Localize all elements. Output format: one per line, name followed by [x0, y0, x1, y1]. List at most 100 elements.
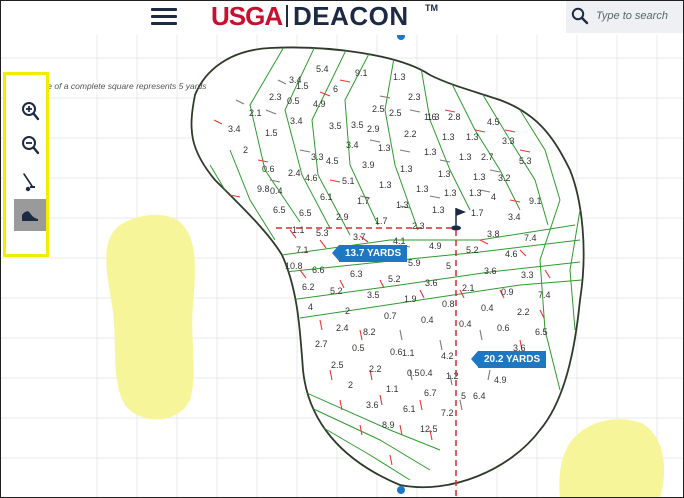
- green-map[interactable]: 5.4 9.1 1.3 3.4 1.5 2.3 0.5 6 4.9 2.3 2.…: [0, 32, 684, 498]
- svg-text:1.2: 1.2: [446, 371, 459, 381]
- svg-text:4.2: 4.2: [441, 351, 454, 361]
- svg-text:0.6: 0.6: [262, 164, 275, 174]
- svg-text:6.5: 6.5: [273, 205, 286, 215]
- svg-text:3.7: 3.7: [353, 232, 366, 242]
- svg-text:5.2: 5.2: [466, 245, 479, 255]
- svg-text:4: 4: [308, 302, 313, 312]
- svg-text:1.3: 1.3: [432, 205, 445, 215]
- deacon-app: { "header": { "logo_usga": "USGA", "logo…: [0, 0, 684, 498]
- svg-text:2.5: 2.5: [331, 360, 344, 370]
- svg-text:12.5: 12.5: [420, 424, 438, 434]
- svg-text:2.2: 2.2: [404, 129, 417, 139]
- bunker-right: [559, 419, 665, 498]
- svg-text:3.5: 3.5: [329, 121, 342, 131]
- golfer-putt-icon: [23, 173, 35, 192]
- svg-text:5: 5: [461, 391, 466, 401]
- svg-text:2.4: 2.4: [336, 323, 349, 333]
- svg-text:9.8: 9.8: [257, 184, 270, 194]
- svg-text:2: 2: [348, 380, 353, 390]
- magnifier-icon[interactable]: [571, 7, 589, 25]
- svg-text:3.4: 3.4: [290, 116, 303, 126]
- svg-text:1.5: 1.5: [265, 128, 278, 138]
- svg-text:0.4: 0.4: [481, 303, 494, 313]
- svg-text:1.1: 1.1: [386, 384, 399, 394]
- svg-text:3.6: 3.6: [484, 266, 497, 276]
- zoom-in-button[interactable]: [14, 95, 46, 127]
- svg-text:2.9: 2.9: [336, 212, 349, 222]
- svg-text:1.3: 1.3: [400, 164, 413, 174]
- svg-text:1.3: 1.3: [469, 188, 482, 198]
- svg-text:7.2: 7.2: [441, 408, 454, 418]
- svg-text:3.4: 3.4: [508, 212, 521, 222]
- svg-text:1.3: 1.3: [379, 180, 392, 190]
- svg-text:1.3: 1.3: [466, 132, 479, 142]
- svg-text:7.4: 7.4: [524, 233, 537, 243]
- svg-text:9.1: 9.1: [529, 196, 542, 206]
- svg-text:1.3: 1.3: [442, 132, 455, 142]
- svg-text:3.6: 3.6: [425, 278, 438, 288]
- svg-text:0.5: 0.5: [287, 96, 300, 106]
- bunker-left: [106, 214, 195, 420]
- svg-text:2.8: 2.8: [448, 112, 461, 122]
- zoom-out-button[interactable]: [14, 129, 46, 161]
- svg-text:1.6: 1.6: [424, 112, 437, 122]
- svg-text:7.4: 7.4: [538, 290, 551, 300]
- svg-text:6.1: 6.1: [403, 404, 416, 414]
- distance-callout-horizontal: 13.7 YARDS: [331, 245, 408, 262]
- svg-text:2.3: 2.3: [408, 92, 421, 102]
- svg-text:3.8: 3.8: [487, 229, 500, 239]
- svg-text:1.3: 1.3: [378, 143, 391, 153]
- svg-text:2.2: 2.2: [369, 364, 382, 374]
- svg-text:3.6: 3.6: [366, 400, 379, 410]
- usga-logo[interactable]: USGA: [211, 1, 283, 31]
- svg-text:5.2: 5.2: [330, 286, 343, 296]
- svg-text:2.5: 2.5: [372, 104, 385, 114]
- svg-text:3.9: 3.9: [362, 160, 375, 170]
- svg-text:4.9: 4.9: [429, 241, 442, 251]
- svg-text:0.7: 0.7: [384, 311, 397, 321]
- svg-text:0.9: 0.9: [501, 287, 514, 297]
- svg-text:4.6: 4.6: [305, 173, 318, 183]
- svg-text:6.3: 6.3: [350, 269, 363, 279]
- svg-text:3.5: 3.5: [351, 120, 364, 130]
- svg-text:6.2: 6.2: [302, 282, 315, 292]
- svg-text:8.2: 8.2: [363, 327, 376, 337]
- svg-text:2.2: 2.2: [517, 307, 530, 317]
- hamburger-menu-icon[interactable]: [151, 6, 177, 28]
- svg-text:0.4: 0.4: [459, 319, 472, 329]
- putt-tool-button[interactable]: [14, 166, 46, 198]
- map-edge-marker-bottom: [397, 486, 405, 494]
- svg-text:4.5: 4.5: [487, 117, 500, 127]
- top-header: USGA DEACON TM: [0, 0, 684, 35]
- svg-text:1.3: 1.3: [473, 172, 486, 182]
- svg-text:6.7: 6.7: [424, 388, 437, 398]
- svg-text:2.9: 2.9: [367, 124, 380, 134]
- svg-text:5.9: 5.9: [408, 258, 421, 268]
- svg-text:2.7: 2.7: [315, 339, 328, 349]
- svg-text:1.3: 1.3: [396, 200, 409, 210]
- svg-text:4.9: 4.9: [494, 375, 507, 385]
- search-input[interactable]: [596, 7, 678, 25]
- svg-text:6.5: 6.5: [299, 208, 312, 218]
- distance-callout-vertical: 20.2 YARDS: [470, 351, 547, 368]
- svg-text:6.4: 6.4: [473, 391, 486, 401]
- svg-text:2: 2: [243, 145, 248, 155]
- svg-text:4.5: 4.5: [326, 156, 339, 166]
- svg-text:5.4: 5.4: [316, 64, 329, 74]
- svg-text:3.3: 3.3: [311, 152, 324, 162]
- svg-text:0.4: 0.4: [270, 186, 283, 196]
- svg-text:1.7: 1.7: [375, 216, 388, 226]
- svg-text:3.4: 3.4: [228, 124, 241, 134]
- svg-text:4: 4: [491, 192, 496, 202]
- svg-text:1.3: 1.3: [438, 169, 451, 179]
- svg-text:1.3: 1.3: [393, 72, 406, 82]
- svg-text:2.1: 2.1: [249, 108, 262, 118]
- svg-text:4.6: 4.6: [505, 249, 518, 259]
- svg-text:1.7: 1.7: [357, 196, 370, 206]
- slope-profile-button[interactable]: [14, 199, 46, 231]
- svg-text:1.7: 1.7: [471, 208, 484, 218]
- deacon-logo[interactable]: DEACON: [293, 1, 409, 31]
- svg-text:3.5: 3.5: [367, 290, 380, 300]
- zoom-in-icon: [22, 102, 40, 121]
- svg-text:0.5: 0.5: [407, 368, 420, 378]
